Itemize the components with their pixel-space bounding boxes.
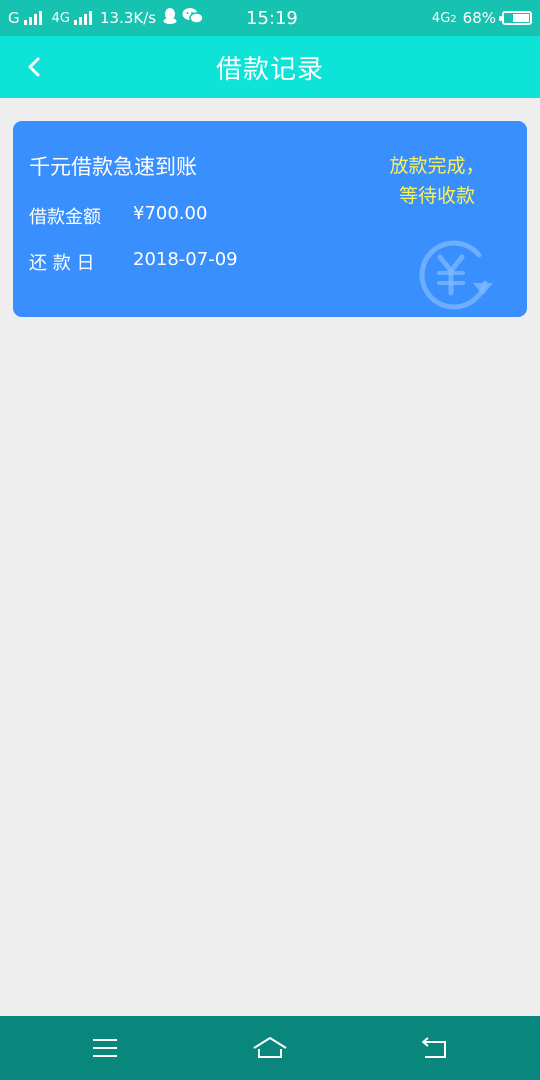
battery-fill xyxy=(513,14,529,22)
status-time: 15:19 xyxy=(246,7,298,29)
yuan-refresh-icon xyxy=(419,240,493,310)
status-left: G 4G 13.3K/s xyxy=(8,0,204,36)
loan-status-line-2: 等待收款 xyxy=(398,185,475,207)
loan-status: 放款完成， 等待收款 xyxy=(377,151,497,211)
network-type-label: 4G2 xyxy=(432,11,457,26)
loan-amount-label: 借款金额 xyxy=(29,207,101,228)
network-speed: 13.3K/s xyxy=(99,9,157,27)
qq-icon xyxy=(162,7,178,29)
app-header: 借款记录 xyxy=(0,36,540,98)
status-bar: G 4G 13.3K/s 15:19 4G2 68% xyxy=(0,0,540,36)
signal-icon-2 xyxy=(73,11,92,25)
nav-home-button[interactable] xyxy=(230,1016,310,1080)
wechat-icon xyxy=(182,7,204,29)
carrier-2-label: 4G xyxy=(51,10,70,26)
loan-status-line-1: 放款完成， xyxy=(389,155,485,177)
signal-icon xyxy=(23,11,42,25)
loan-record-card[interactable]: 千元借款急速到账 借款金额 ¥700.00 还 款 日 2018-07-09 放… xyxy=(13,121,527,317)
loan-product-title: 千元借款急速到账 xyxy=(29,155,197,179)
loan-amount-row: 借款金额 ¥700.00 xyxy=(29,203,207,229)
battery-percent: 68% xyxy=(462,9,496,27)
page-title: 借款记录 xyxy=(215,54,324,85)
menu-icon xyxy=(93,1039,117,1057)
home-icon xyxy=(253,1037,287,1058)
battery-icon xyxy=(499,11,532,25)
status-right: 4G2 68% xyxy=(432,0,532,36)
due-date-label: 还 款 日 xyxy=(29,253,95,274)
nav-back-button[interactable] xyxy=(394,1016,474,1080)
due-date-row: 还 款 日 2018-07-09 xyxy=(29,249,238,275)
loan-amount-value: ¥700.00 xyxy=(133,203,208,224)
due-date-value: 2018-07-09 xyxy=(133,249,238,270)
network-type: 4G xyxy=(431,10,451,26)
system-nav-bar xyxy=(0,1016,540,1080)
carrier-1-label: G xyxy=(8,9,20,27)
nav-menu-button[interactable] xyxy=(65,1016,145,1080)
back-arrow-icon xyxy=(422,1037,446,1058)
network-sub: 2 xyxy=(450,13,457,25)
